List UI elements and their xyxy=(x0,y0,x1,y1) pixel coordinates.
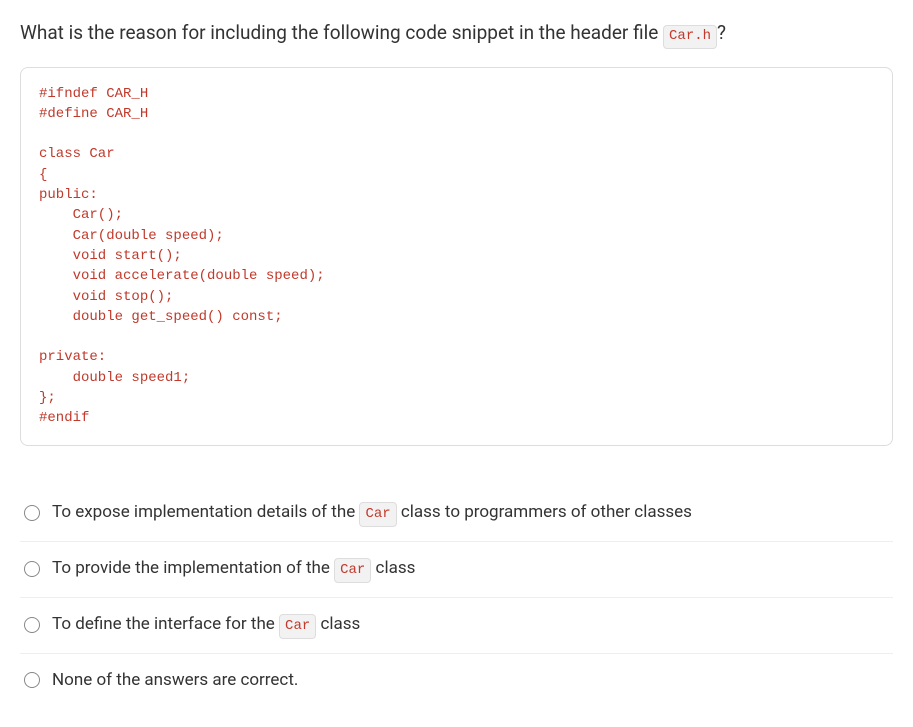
option-3[interactable]: None of the answers are correct. xyxy=(20,653,893,708)
option-text-post: class to programmers of other classes xyxy=(397,502,692,522)
option-text-pre: To provide the implementation of the xyxy=(52,558,334,578)
option-code: Car xyxy=(279,614,316,639)
option-text-post: class xyxy=(371,558,415,578)
option-label: To expose implementation details of the … xyxy=(52,500,692,527)
option-text-pre: None of the answers are correct. xyxy=(52,670,298,690)
options-list: To expose implementation details of the … xyxy=(20,486,893,708)
filename-code: Car.h xyxy=(663,25,717,49)
question-suffix: ? xyxy=(717,21,726,44)
radio-icon[interactable] xyxy=(24,561,40,577)
option-label: None of the answers are correct. xyxy=(52,668,298,694)
option-label: To provide the implementation of the Car… xyxy=(52,556,415,583)
option-text-pre: To expose implementation details of the xyxy=(52,502,359,522)
option-1[interactable]: To provide the implementation of the Car… xyxy=(20,541,893,597)
option-2[interactable]: To define the interface for the Car clas… xyxy=(20,597,893,653)
question-text: What is the reason for including the fol… xyxy=(20,20,893,49)
radio-icon[interactable] xyxy=(24,617,40,633)
question-prefix: What is the reason for including the fol… xyxy=(20,21,663,44)
option-text-pre: To define the interface for the xyxy=(52,614,279,634)
radio-icon[interactable] xyxy=(24,672,40,688)
radio-icon[interactable] xyxy=(24,505,40,521)
option-text-post: class xyxy=(316,614,360,634)
option-code: Car xyxy=(334,558,371,583)
option-0[interactable]: To expose implementation details of the … xyxy=(20,486,893,541)
option-label: To define the interface for the Car clas… xyxy=(52,612,360,639)
code-block: #ifndef CAR_H #define CAR_H class Car { … xyxy=(20,67,893,446)
option-code: Car xyxy=(359,502,396,527)
